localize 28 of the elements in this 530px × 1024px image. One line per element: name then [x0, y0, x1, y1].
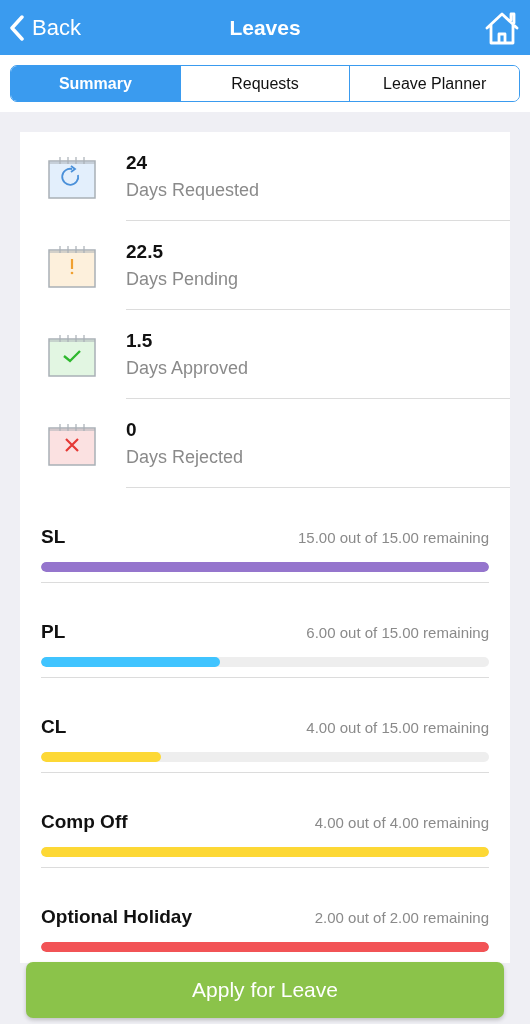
stat-value: 24 — [126, 151, 149, 174]
stat-value: 22.5 — [126, 240, 164, 263]
calendar-refresh-icon — [48, 154, 96, 199]
chevron-icon — [10, 14, 24, 41]
leave-type: PL — [41, 621, 66, 643]
remaining-text: 4.00 out of 4.00 remaining — [314, 814, 489, 831]
leave-type: CL — [41, 716, 67, 738]
stat-label: Days Rejected — [126, 446, 245, 468]
calendar-warning-icon — [48, 243, 96, 288]
stat-label: Days Requested — [126, 179, 261, 201]
leave-type: Comp Off — [41, 811, 128, 833]
calendar-cross-icon — [48, 421, 96, 466]
stat-label: Days Pending — [126, 268, 240, 290]
remaining-text: 15.00 out of 15.00 remaining — [298, 529, 489, 546]
apply-for-leave-button[interactable]: Apply for Leave — [26, 962, 504, 1018]
back-button[interactable]: Back — [10, 14, 81, 41]
stat-value: 1.5 — [126, 329, 154, 352]
leave-type: Optional Holiday — [41, 906, 192, 928]
stat-label: Days Approved — [126, 357, 250, 379]
remaining-text: 4.00 out of 15.00 remaining — [306, 719, 489, 736]
stat-value: 0 — [126, 418, 138, 441]
remaining-text: 6.00 out of 15.00 remaining — [306, 624, 489, 641]
remaining-text: 2.00 out of 2.00 remaining — [314, 909, 489, 926]
screen-title: Leaves — [229, 15, 301, 40]
calendar-check-icon — [48, 332, 96, 377]
tab[interactable]: Leave Planner — [349, 66, 519, 101]
leave-type: SL — [41, 526, 66, 548]
tab[interactable]: Summary — [11, 66, 180, 101]
